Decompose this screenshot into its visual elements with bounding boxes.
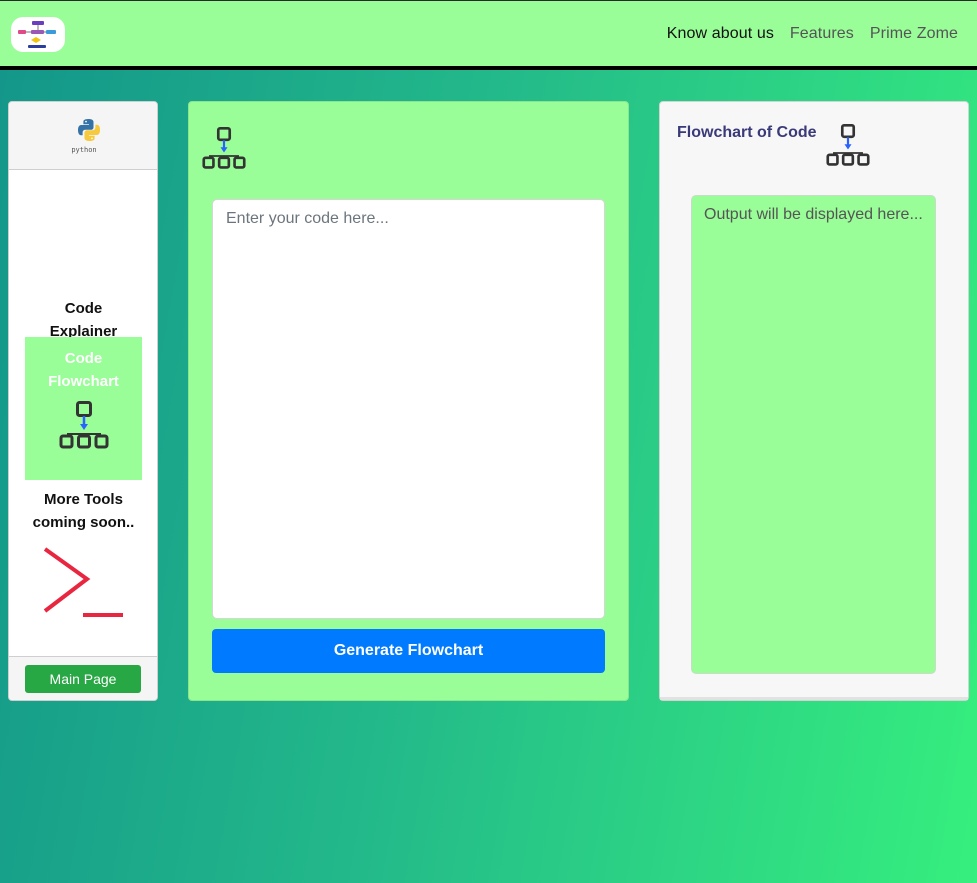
- output-panel-bottom-bar: [660, 697, 968, 700]
- navbar: Know about us Features Prime Zome: [0, 0, 977, 70]
- code-input[interactable]: [212, 199, 605, 619]
- tool-more-tools-label: More Tools coming soon..: [32, 491, 135, 531]
- flowchart-logo-icon[interactable]: [11, 17, 65, 52]
- tool-more-tools: More Tools coming soon..: [25, 488, 142, 534]
- flowchart-icon: [202, 127, 246, 169]
- output-panel: Flowchart of Code Output will be display…: [659, 101, 969, 701]
- flowchart-icon: [59, 401, 108, 449]
- tools-sidebar: python Code Explainer Code Flowchart Mor…: [8, 101, 158, 701]
- tool-code-flowchart-label: Code Flowchart: [48, 350, 119, 390]
- main-page-button[interactable]: Main Page: [25, 665, 141, 693]
- nav-link-features[interactable]: Features: [790, 25, 854, 43]
- nav-link-know-about-us[interactable]: Know about us: [667, 25, 774, 43]
- output-display: Output will be displayed here...: [691, 195, 936, 674]
- generate-flowchart-button[interactable]: Generate Flowchart: [212, 629, 605, 673]
- terminal-icon: [43, 547, 123, 617]
- sidebar-footer: Main Page: [9, 656, 157, 700]
- python-label: python: [71, 146, 97, 154]
- python-logo-icon: [78, 119, 100, 141]
- flowchart-icon: [826, 124, 870, 166]
- tool-code-flowchart[interactable]: Code Flowchart: [25, 337, 142, 480]
- nav-link-prime-zome[interactable]: Prime Zome: [870, 25, 958, 43]
- sidebar-header: python: [9, 102, 157, 170]
- output-title: Flowchart of Code: [677, 124, 817, 141]
- code-input-panel: Generate Flowchart: [188, 101, 629, 701]
- nav-links: Know about us Features Prime Zome: [667, 25, 958, 43]
